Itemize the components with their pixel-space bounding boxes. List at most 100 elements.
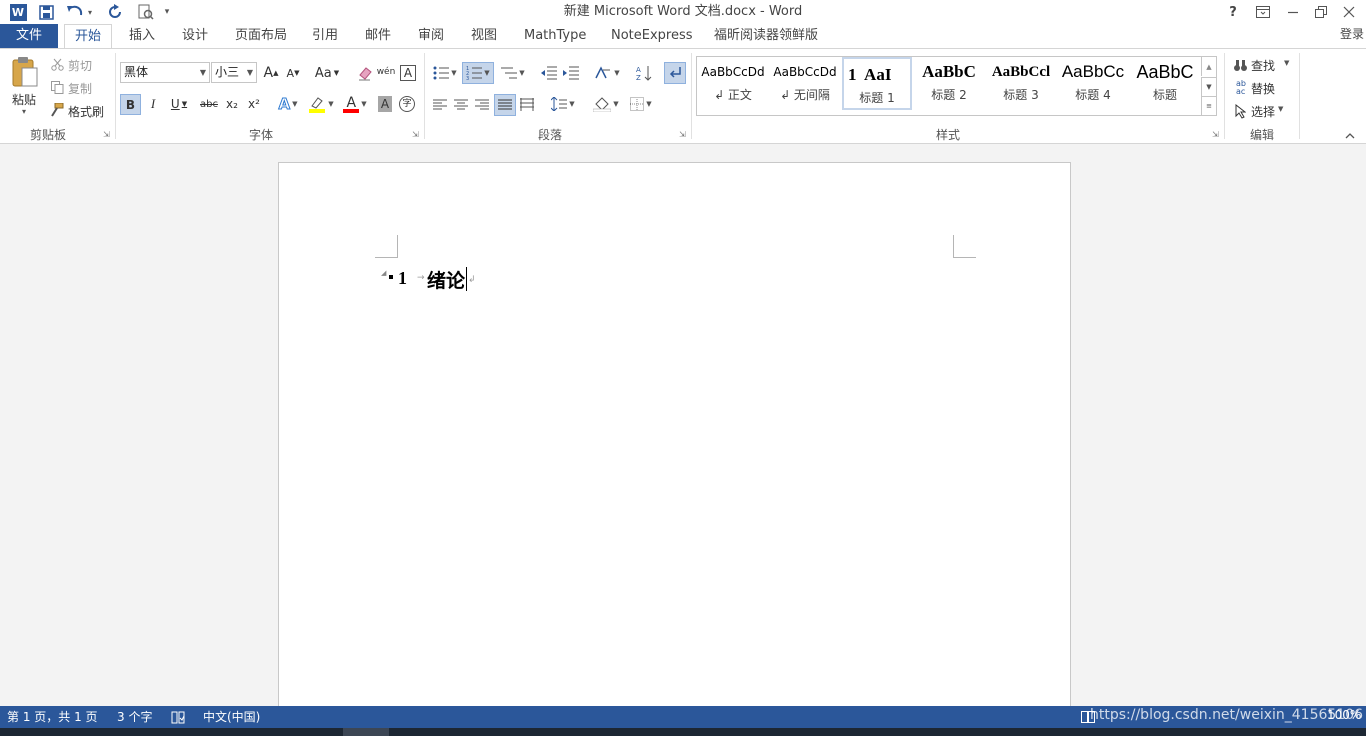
style-title[interactable]: AaBbC 标题 [1130, 56, 1200, 110]
clipboard-launcher-icon[interactable]: ⇲ [103, 130, 110, 139]
tab-review[interactable]: 审阅 [418, 24, 444, 48]
bullets-icon[interactable]: ▼ [430, 63, 460, 83]
word-count[interactable]: 3 个字 [117, 708, 152, 725]
tab-page-layout[interactable]: 页面布局 [235, 24, 287, 48]
undo-dropdown-icon[interactable]: ▾ [86, 4, 94, 20]
document-page[interactable]: ◢ 1 → 绪论 ↲ [278, 162, 1071, 722]
select-cursor-icon[interactable] [1233, 103, 1247, 119]
format-painter-button[interactable]: 格式刷 [68, 103, 104, 120]
increase-indent-icon[interactable] [561, 63, 581, 83]
italic-button[interactable]: I [143, 94, 163, 114]
styles-launcher-icon[interactable]: ⇲ [1212, 130, 1219, 139]
word-app-icon[interactable]: W [8, 2, 28, 22]
font-name-combo[interactable]: 黑体 ▼ [120, 62, 210, 83]
zoom-level[interactable]: 100% [1327, 708, 1361, 722]
paste-icon[interactable] [8, 55, 42, 89]
styles-more-icon[interactable]: ≡ [1201, 96, 1216, 115]
style-heading-3[interactable]: AaBbCcl 标题 3 [986, 56, 1056, 110]
tab-mathtype[interactable]: MathType [524, 24, 586, 48]
page-count[interactable]: 第 1 页，共 1 页 [7, 708, 98, 725]
qat-customize-icon[interactable]: ▾ [160, 3, 174, 21]
subscript-button[interactable]: x₂ [222, 94, 242, 114]
cut-icon[interactable] [50, 57, 64, 71]
grow-font-button[interactable]: A ▲ [261, 63, 281, 83]
align-center-icon[interactable] [451, 95, 471, 115]
align-left-icon[interactable] [430, 95, 450, 115]
ribbon-display-options-icon[interactable] [1254, 4, 1272, 20]
copy-icon[interactable] [50, 80, 64, 94]
multilevel-list-icon[interactable]: ▼ [498, 63, 528, 83]
language[interactable]: 中文(中国) [203, 708, 260, 725]
redo-icon[interactable] [104, 2, 126, 22]
numbering-icon[interactable]: 1 2 3 ▼ [462, 62, 494, 84]
style-normal[interactable]: AaBbCcDd ↲ 正文 [698, 56, 768, 110]
highlight-color-icon[interactable]: ▼ [306, 93, 336, 115]
help-button[interactable]: ? [1226, 2, 1240, 22]
replace-button[interactable]: 替换 [1251, 80, 1275, 97]
login-link[interactable]: 登录 [1340, 22, 1364, 46]
style-heading-2[interactable]: AaBbC 标题 2 [914, 56, 984, 110]
shading-icon[interactable]: ▼ [590, 94, 622, 114]
cut-button[interactable]: 剪切 [68, 57, 92, 74]
proofing-icon[interactable] [170, 709, 186, 725]
style-no-spacing[interactable]: AaBbCcDd ↲ 无间隔 [770, 56, 840, 110]
styles-scroll-down-icon[interactable]: ▼ [1201, 77, 1216, 96]
collapse-ribbon-icon[interactable] [1343, 129, 1357, 141]
heading-text[interactable]: 绪论 [427, 266, 465, 293]
find-dropdown-icon[interactable]: ▼ [1284, 59, 1289, 67]
character-border-icon[interactable]: A [398, 63, 418, 83]
collapse-heading-icon[interactable]: ◢ [381, 269, 386, 277]
document-canvas[interactable]: ◢ 1 → 绪论 ↲ [0, 144, 1366, 722]
restore-button[interactable] [1312, 4, 1330, 20]
style-heading-1[interactable]: 1 AaI 标题 1 [842, 57, 912, 110]
sort-icon[interactable]: AZ [634, 63, 654, 83]
find-icon[interactable] [1232, 57, 1248, 73]
strikethrough-button[interactable]: abc [198, 94, 220, 114]
undo-icon[interactable] [64, 2, 86, 22]
enclose-characters-icon[interactable]: 字 [398, 94, 416, 114]
font-size-combo[interactable]: 小三 ▼ [211, 62, 257, 83]
character-shading-icon[interactable]: A [376, 94, 394, 114]
shrink-font-button[interactable]: A ▼ [283, 63, 303, 83]
font-color-icon[interactable]: A ▼ [340, 93, 370, 115]
superscript-button[interactable]: x² [244, 94, 264, 114]
borders-icon[interactable]: ▼ [626, 94, 656, 114]
distributed-icon[interactable] [517, 95, 537, 115]
tab-foxit-reader[interactable]: 福昕阅读器领鲜版 [714, 24, 818, 48]
tab-view[interactable]: 视图 [471, 24, 497, 48]
tab-mailings[interactable]: 邮件 [365, 24, 391, 48]
paragraph-launcher-icon[interactable]: ⇲ [679, 130, 686, 139]
close-button[interactable] [1340, 4, 1358, 20]
tab-design[interactable]: 设计 [182, 24, 208, 48]
replace-icon[interactable]: ab ac [1232, 80, 1250, 96]
minimize-button[interactable] [1284, 4, 1302, 20]
font-launcher-icon[interactable]: ⇲ [412, 130, 419, 139]
underline-button[interactable]: U ▼ [166, 94, 192, 114]
save-icon[interactable] [36, 2, 56, 22]
print-preview-icon[interactable] [136, 2, 156, 22]
tab-insert[interactable]: 插入 [129, 24, 155, 48]
select-dropdown-icon[interactable]: ▼ [1278, 105, 1283, 113]
tab-file[interactable]: 文件 [0, 24, 58, 48]
tab-references[interactable]: 引用 [312, 24, 338, 48]
show-hide-marks-icon[interactable] [664, 62, 686, 84]
align-right-icon[interactable] [472, 95, 492, 115]
taskbar-item[interactable] [343, 728, 389, 736]
paste-button[interactable]: 粘贴 [12, 91, 36, 108]
justify-icon[interactable] [494, 94, 516, 116]
find-button[interactable]: 查找 [1251, 57, 1275, 74]
chinese-layout-icon[interactable]: ▼ [592, 63, 622, 83]
copy-button[interactable]: 复制 [68, 80, 92, 97]
phonetic-guide-icon[interactable]: wén [376, 61, 396, 83]
change-case-button[interactable]: Aa ▼ [312, 63, 342, 83]
decrease-indent-icon[interactable] [539, 63, 559, 83]
style-heading-4[interactable]: AaBbCc 标题 4 [1058, 56, 1128, 110]
text-effects-icon[interactable]: A ▼ [274, 94, 302, 114]
paste-dropdown-icon[interactable]: ▾ [22, 107, 26, 116]
format-painter-icon[interactable] [50, 103, 64, 117]
tab-home[interactable]: 开始 [64, 24, 112, 49]
select-button[interactable]: 选择 [1251, 103, 1275, 120]
clear-formatting-icon[interactable] [355, 63, 375, 83]
styles-scroll-up-icon[interactable]: ▲ [1201, 57, 1216, 76]
bold-button[interactable]: B [120, 94, 141, 115]
